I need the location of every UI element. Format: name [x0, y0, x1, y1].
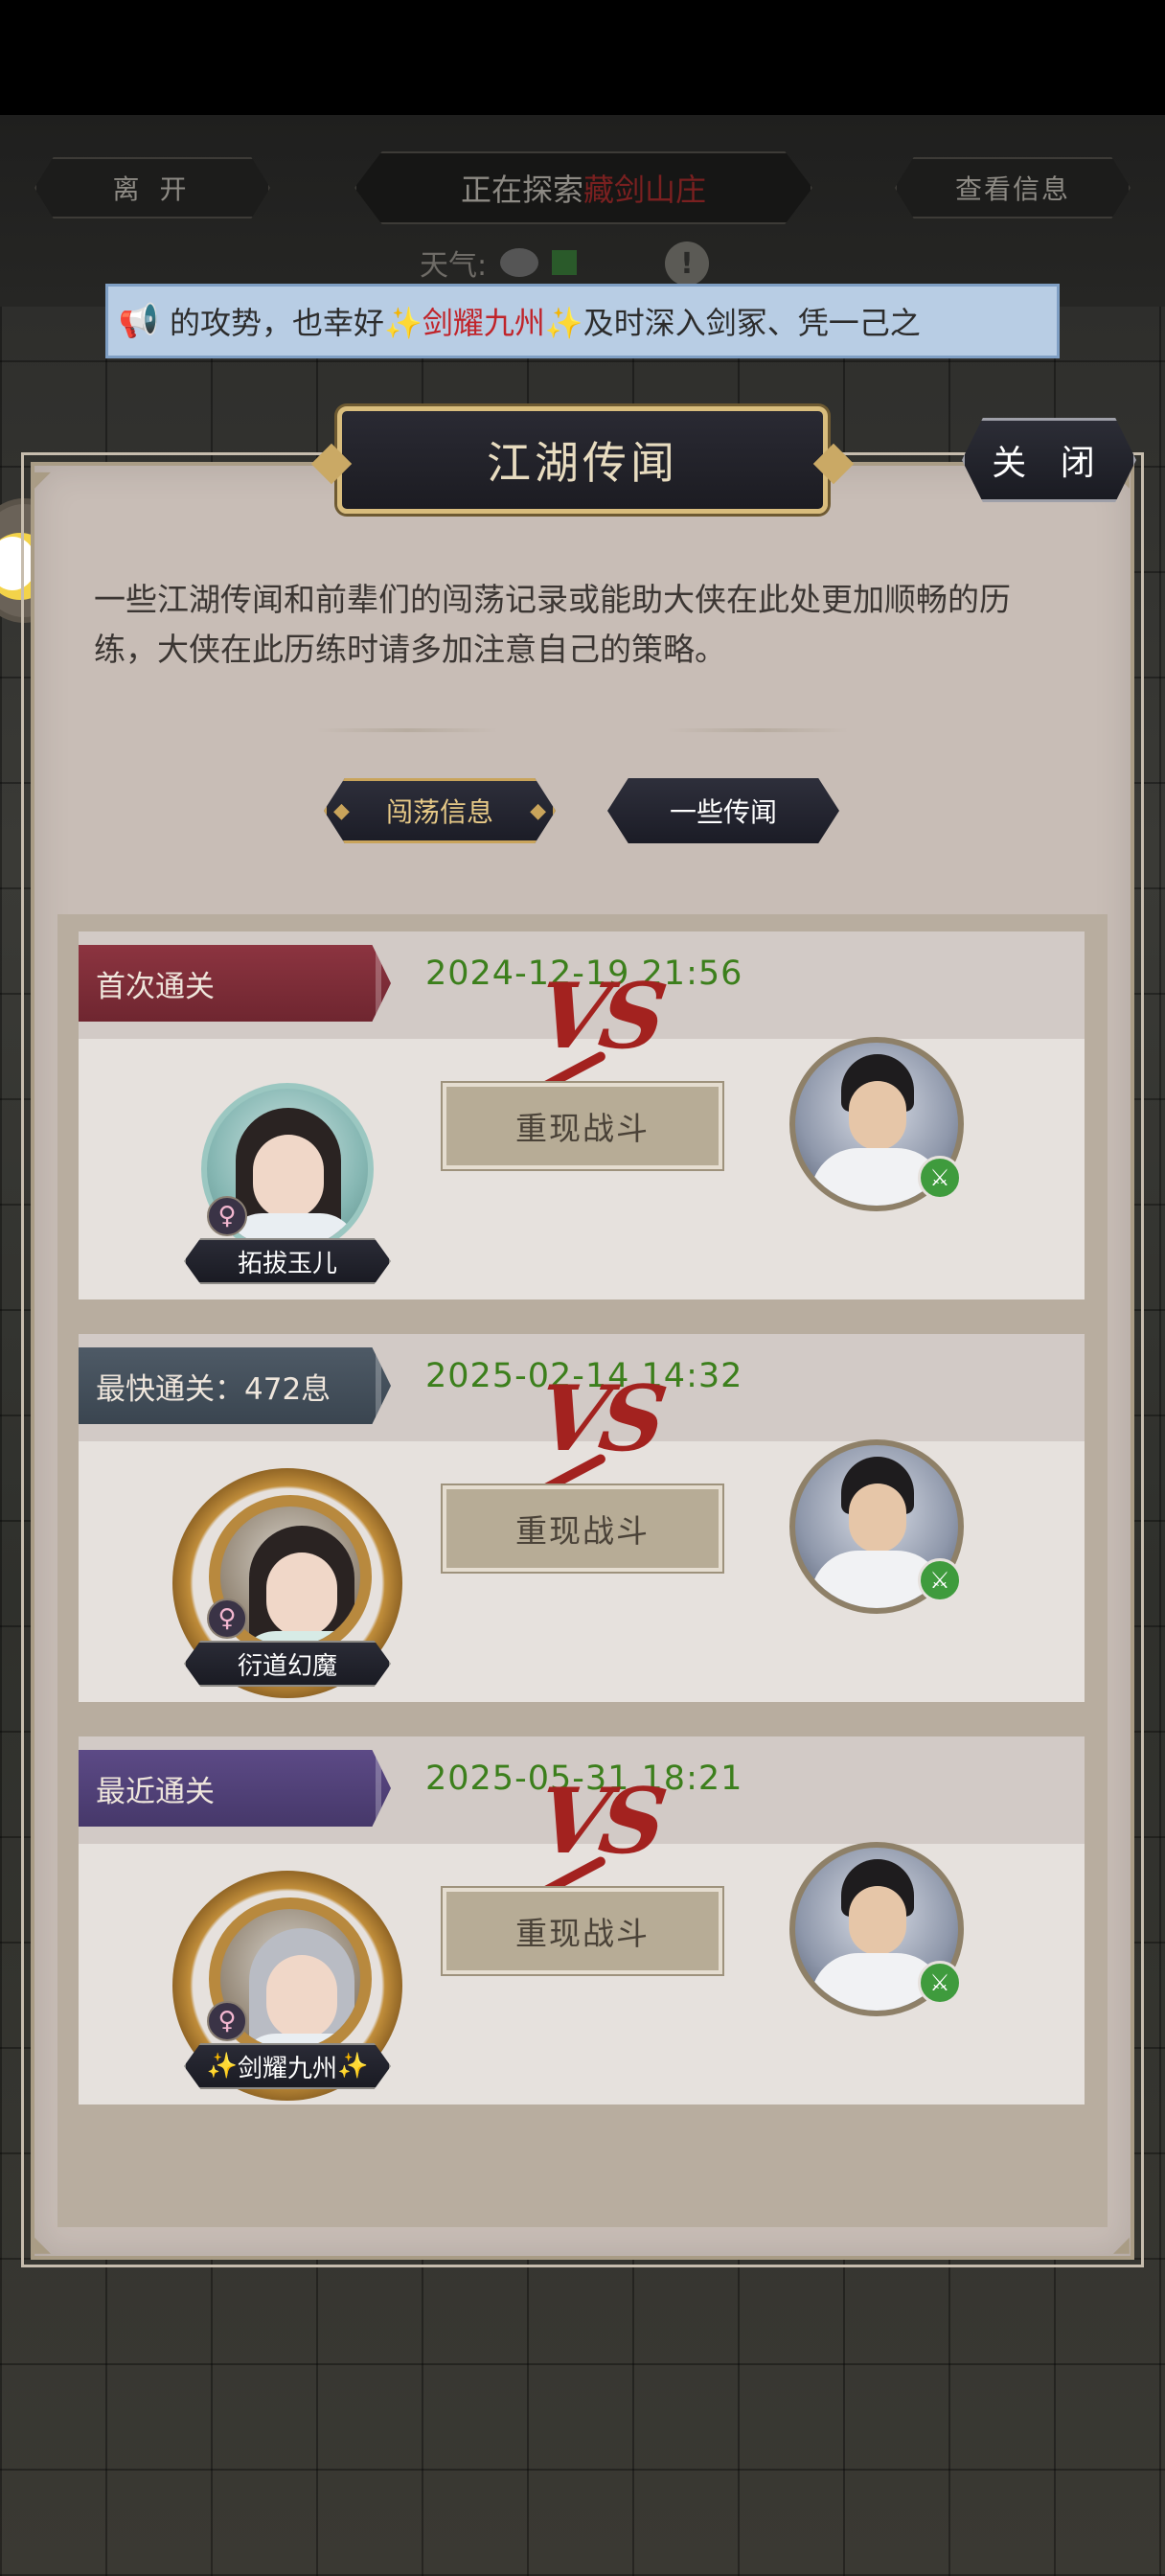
female-icon: ♀: [207, 1196, 247, 1236]
megaphone-icon: 📢: [118, 302, 160, 340]
alert-icon[interactable]: !: [665, 242, 709, 286]
record-label: 首次通关: [79, 945, 391, 1022]
panel-title-text: 江湖传闻: [487, 437, 678, 489]
sword-badge-icon: ⚔: [918, 1156, 962, 1200]
divider-right: [667, 728, 849, 732]
record-card-latest-clear: 最近通关 2025-05-31 18:21 ♀ ✨ 剑耀九州 ✨ VS 重现战斗 ⚔: [79, 1736, 1085, 2104]
avatar-face: [253, 1135, 324, 1219]
weather-indicator: 天气:: [420, 242, 578, 284]
tab-rumors[interactable]: 一些传闻: [607, 778, 839, 843]
replay-battle-button[interactable]: 重现战斗: [441, 1886, 724, 1976]
announcement-marquee: 📢 的攻势，也幸好✨剑耀九州✨及时深入剑冢、凭一己之: [105, 284, 1060, 358]
record-card-first-clear: 首次通关 2024-12-19 21:56 ♀ 拓拔玉儿 VS 重现战斗 ⚔: [79, 932, 1085, 1300]
sword-badge-icon: ⚔: [918, 1961, 962, 2005]
corner-ornament-icon: ◢: [1113, 2233, 1130, 2257]
divider-left: [316, 728, 498, 732]
sparkle-icon: ✨: [544, 305, 583, 341]
avatar-face: [266, 1955, 337, 2039]
tab-adventure-info[interactable]: 闯荡信息: [324, 778, 556, 843]
player-name-text: 剑耀九州: [237, 2054, 337, 2083]
avatar-face: [266, 1552, 337, 1637]
leave-button[interactable]: 离 开: [34, 157, 270, 218]
player-name: 衍道幻魔: [184, 1641, 391, 1687]
marquee-text: 的攻势，也幸好✨剑耀九州✨及时深入剑冢、凭一己之: [170, 299, 921, 343]
corner-ornament-icon: ◣: [34, 2233, 51, 2257]
sparkle-icon: ✨: [337, 2052, 369, 2081]
sparkle-icon: ✨: [206, 2052, 238, 2081]
female-icon: ♀: [207, 2001, 247, 2041]
record-label-text: 最快通关：472息: [96, 1371, 331, 1407]
tab-label: 闯荡信息: [385, 796, 493, 828]
enemy-face: [849, 1484, 906, 1552]
explore-prefix: 正在探索: [460, 172, 583, 208]
female-icon: ♀: [207, 1598, 247, 1639]
record-card-fastest-clear: 最快通关：472息 2025-02-14 14:32 ♀ 衍道幻魔 VS 重现战…: [79, 1334, 1085, 1702]
weather-status-icon: [552, 250, 578, 275]
record-label: 最近通关: [79, 1750, 391, 1827]
record-label: 最快通关：472息: [79, 1347, 391, 1424]
player-name: 拓拔玉儿: [184, 1238, 391, 1284]
player-name-text: 衍道幻魔: [237, 1651, 337, 1681]
marquee-text-part1: 的攻势，也幸好: [170, 305, 385, 341]
marquee-text-part2: 及时深入剑冢、凭一己之: [582, 305, 921, 341]
corner-ornament-icon: ◤: [34, 468, 51, 492]
panel-description: 一些江湖传闻和前辈们的闯荡记录或能助大侠在此处更加顺畅的历练，大侠在此历练时请多…: [94, 581, 1011, 668]
record-label-text: 最近通关: [96, 1774, 215, 1809]
marquee-highlight-name: 剑耀九州: [422, 305, 545, 341]
player-name: ✨ 剑耀九州 ✨: [184, 2043, 391, 2089]
record-label-text: 首次通关: [96, 969, 215, 1004]
replay-battle-button[interactable]: 重现战斗: [441, 1081, 724, 1171]
replay-battle-button[interactable]: 重现战斗: [441, 1484, 724, 1574]
tab-label: 一些传闻: [669, 796, 777, 828]
player-name-text: 拓拔玉儿: [237, 1249, 337, 1278]
weather-label: 天气:: [420, 249, 488, 283]
panel-title: 江湖传闻: [337, 406, 828, 514]
sparkle-icon: ✨: [384, 305, 423, 341]
view-info-button[interactable]: 查看信息: [895, 157, 1131, 218]
status-bar: [0, 0, 1165, 115]
explore-location-banner: 正在探索 藏剑山庄: [354, 151, 812, 224]
enemy-face: [849, 1081, 906, 1150]
sword-badge-icon: ⚔: [918, 1558, 962, 1602]
weather-icon: [500, 248, 539, 277]
explore-location: 藏剑山庄: [583, 172, 707, 208]
enemy-face: [849, 1886, 906, 1955]
close-button[interactable]: 关 闭: [962, 418, 1136, 502]
